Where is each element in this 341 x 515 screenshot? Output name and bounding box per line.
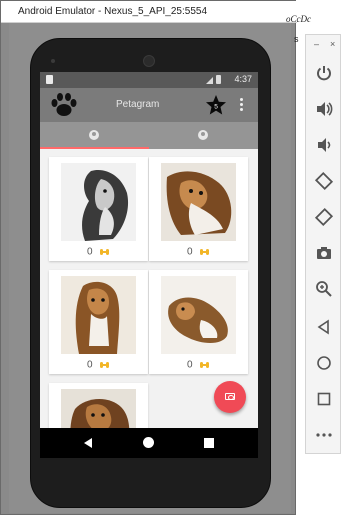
overview-icon[interactable] — [314, 389, 334, 409]
like-row: 0 — [49, 243, 148, 257]
android-nav-bar — [40, 428, 258, 458]
like-row: 0 — [149, 243, 248, 257]
favorites-badge: 5 — [214, 103, 218, 110]
bone-icon[interactable] — [99, 361, 110, 368]
dog-photo-floor — [161, 276, 236, 354]
app-toolbar: Petagram 5 — [40, 88, 258, 122]
dog-photo-sitting — [61, 276, 136, 354]
rotate-right-icon[interactable] — [314, 207, 334, 227]
bone-icon[interactable] — [199, 248, 210, 255]
power-icon[interactable] — [314, 63, 334, 83]
phone-screen: 4:37 Petagram 5 0 0 0 0 — [40, 72, 258, 458]
volume-up-icon[interactable] — [314, 99, 334, 119]
camera-icon — [225, 393, 235, 400]
screen-root: Android Emulator - Nexus_5_API_25:5554 o… — [0, 0, 341, 515]
volume-down-icon[interactable] — [314, 135, 334, 155]
home-icon[interactable] — [143, 437, 154, 448]
like-row: 0 — [49, 356, 148, 370]
dog-photo-bw — [61, 163, 136, 241]
phone-sensor — [51, 59, 55, 63]
pet-card[interactable]: 0 — [149, 270, 248, 374]
camera-fab[interactable] — [214, 381, 246, 413]
paw-icon — [50, 92, 78, 118]
bone-icon[interactable] — [199, 361, 210, 368]
bone-icon[interactable] — [99, 248, 110, 255]
close-icon[interactable]: × — [330, 39, 335, 49]
home-icon[interactable] — [314, 353, 334, 373]
screenshot-icon[interactable] — [314, 243, 334, 263]
background-text-2: s — [294, 34, 299, 44]
profile-icon — [198, 130, 208, 140]
like-count: 0 — [86, 246, 93, 258]
face-icon — [89, 130, 99, 140]
like-count: 0 — [186, 359, 193, 371]
recents-icon[interactable] — [204, 438, 214, 448]
more-vert-icon[interactable] — [239, 98, 243, 112]
favorites-star-icon[interactable]: 5 — [205, 94, 227, 116]
emulator-side-panel: – × — [305, 34, 341, 454]
like-row: 0 — [149, 356, 248, 370]
window-title: Android Emulator - Nexus_5_API_25:5554 — [18, 6, 208, 17]
background-text: oCcDc — [286, 14, 311, 24]
tab-profile[interactable] — [149, 122, 258, 149]
rotate-left-icon[interactable] — [314, 171, 334, 191]
window-title-bar[interactable]: Android Emulator - Nexus_5_API_25:5554 — [1, 1, 297, 23]
status-time: 4:37 — [234, 74, 252, 84]
pet-card[interactable]: 0 — [149, 157, 248, 261]
like-count: 0 — [186, 246, 193, 258]
signal-battery-icons — [206, 75, 228, 84]
more-icon[interactable] — [314, 425, 334, 445]
back-icon[interactable] — [84, 438, 92, 448]
like-count: 0 — [86, 359, 93, 371]
minimize-icon[interactable]: – — [314, 39, 319, 49]
sd-card-icon — [46, 75, 53, 84]
back-icon[interactable] — [314, 317, 334, 337]
pet-card[interactable]: 0 — [49, 157, 148, 261]
pets-grid: 0 0 0 0 — [40, 149, 258, 458]
tab-bar — [40, 122, 258, 149]
tab-pets[interactable] — [40, 122, 149, 149]
status-bar: 4:37 — [40, 72, 258, 88]
dog-photo-lying — [161, 163, 236, 241]
pet-card[interactable]: 0 — [49, 270, 148, 374]
front-camera — [143, 55, 155, 67]
zoom-icon[interactable] — [314, 279, 334, 299]
app-title: Petagram — [116, 99, 160, 110]
